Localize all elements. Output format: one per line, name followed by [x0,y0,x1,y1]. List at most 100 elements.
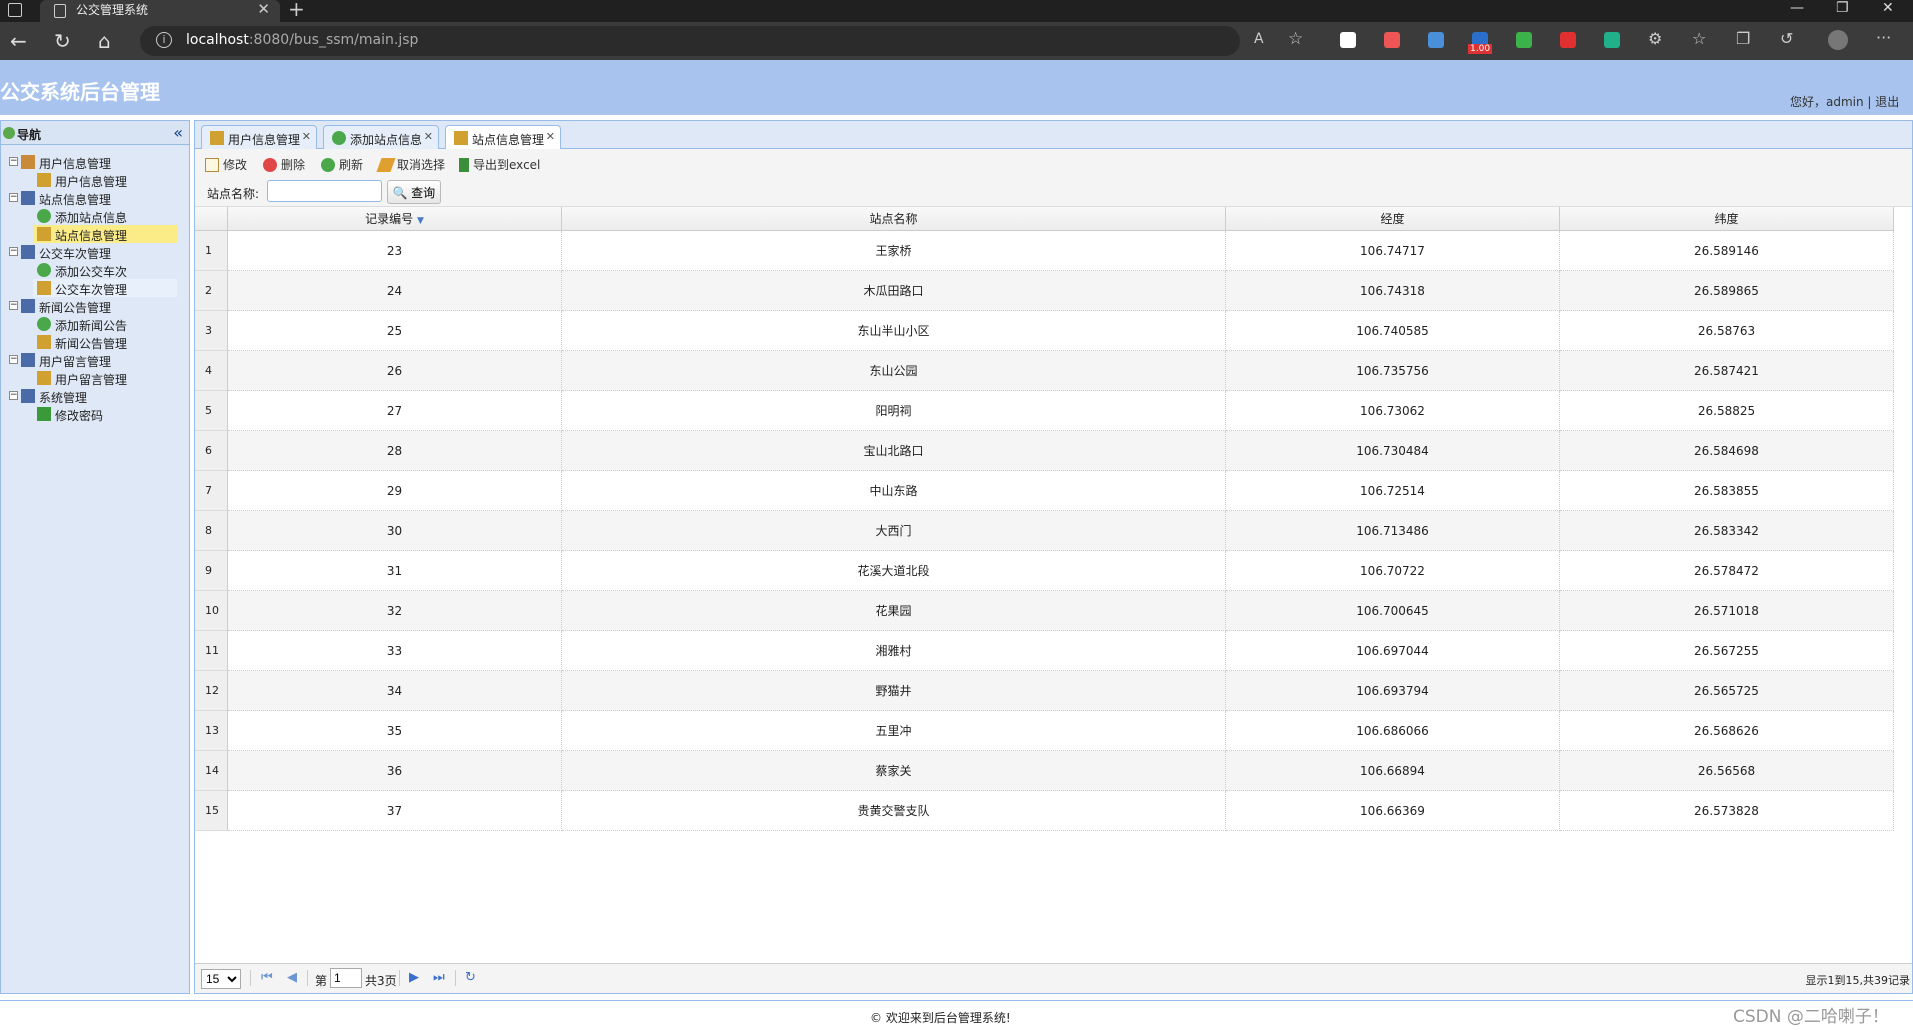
back-icon[interactable]: ← [10,29,27,53]
table-row[interactable]: 6 28 宝山北路口 106.730484 26.584698 [195,431,1894,471]
close-tab-icon[interactable]: ✕ [302,130,311,143]
reload-icon[interactable]: ↻ [54,29,71,53]
nav-item[interactable]: − 新闻公告管理 [5,297,185,315]
table-row[interactable]: 5 27 阳明祠 106.73062 26.58825 [195,391,1894,431]
panel-tab[interactable]: 站点信息管理 ✕ [445,125,561,150]
nav-item[interactable]: 修改密码 [33,405,177,423]
restore-icon[interactable]: ❐ [1836,0,1849,16]
collections-icon[interactable]: ❐ [1736,29,1750,48]
unselect-button[interactable]: 取消选择 [376,156,445,173]
table-row[interactable]: 3 25 东山半山小区 106.740585 26.58763 [195,311,1894,351]
close-tab-icon[interactable]: ✕ [257,0,270,18]
row-number: 11 [195,631,228,671]
table-row[interactable]: 11 33 湘雅村 106.697044 26.567255 [195,631,1894,671]
extensions-puzzle-icon[interactable]: ⚙ [1648,29,1662,48]
pager-refresh-icon[interactable]: ↻ [465,970,476,985]
row-number: 2 [195,271,228,311]
shield-extension-icon[interactable] [1516,32,1532,48]
nav-item[interactable]: 公交车次管理 [33,279,177,297]
table-row[interactable]: 4 26 东山公园 106.735756 26.587421 [195,351,1894,391]
history-icon[interactable]: ↺ [1780,29,1793,48]
table-cell: 106.693794 [1226,671,1560,711]
nav-item[interactable]: 添加新闻公告 [33,315,177,333]
first-page-icon[interactable]: ⏮ [261,970,273,985]
minimize-icon[interactable]: — [1790,0,1804,16]
collapse-toggle-icon[interactable]: − [9,157,18,166]
collapse-toggle-icon[interactable]: − [9,355,18,364]
col-header-name[interactable]: 站点名称 [562,207,1226,231]
panel-tab[interactable]: 用户信息管理 ✕ [201,125,317,149]
table-row[interactable]: 2 24 木瓜田路口 106.74318 26.589865 [195,271,1894,311]
extension-icon[interactable] [1384,32,1400,48]
table-row[interactable]: 12 34 野猫井 106.693794 26.565725 [195,671,1894,711]
current-page-input[interactable] [330,968,362,988]
edit-button[interactable]: 修改 [205,156,247,173]
extension-icon[interactable] [1428,32,1444,48]
collapse-toggle-icon[interactable]: − [9,391,18,400]
table-cell: 26.583855 [1560,471,1894,511]
station-name-input[interactable] [267,180,382,202]
nav-item[interactable]: − 系统管理 [5,387,185,405]
extension-icon[interactable] [1340,32,1356,48]
delete-button[interactable]: 删除 [263,156,305,173]
refresh-button[interactable]: 刷新 [321,156,363,173]
search-button[interactable]: 🔍 查询 [387,180,441,204]
address-bar[interactable]: i localhost:8080/bus_ssm/main.jsp [140,26,1240,56]
col-header-longitude[interactable]: 经度 [1226,207,1560,231]
watermark: CSDN @二哈喇子！ [1733,1007,1889,1027]
extension-icon[interactable] [1560,32,1576,48]
nav-item[interactable]: 站点信息管理 [33,225,177,243]
browser-tab[interactable]: 公交管理系统 ✕ [40,0,280,22]
col-header-id[interactable]: 记录编号 ▼ [228,207,562,231]
read-aloud-icon[interactable]: A [1254,31,1264,47]
site-info-icon[interactable]: i [156,32,172,48]
extension-icon[interactable] [1604,32,1620,48]
nav-item[interactable]: − 用户留言管理 [5,351,185,369]
table-row[interactable]: 10 32 花果园 106.700645 26.571018 [195,591,1894,631]
nav-item[interactable]: 添加站点信息 [33,207,177,225]
table-cell: 106.740585 [1226,311,1560,351]
collapse-toggle-icon[interactable]: − [9,301,18,310]
delete-icon [263,158,277,172]
table-row[interactable]: 9 31 花溪大道北段 106.70722 26.578472 [195,551,1894,591]
nav-item-label: 新闻公告管理 [39,301,112,315]
table-row[interactable]: 14 36 蔡家关 106.66894 26.56568 [195,751,1894,791]
table-row[interactable]: 15 37 贵黄交警支队 106.66369 26.573828 [195,791,1894,831]
nav-item[interactable]: − 站点信息管理 [5,189,185,207]
user-info-logout[interactable]: 您好，admin | 退出 [1790,93,1899,110]
nav-item[interactable]: − 用户信息管理 [5,153,185,171]
col-header-latitude[interactable]: 纬度 [1560,207,1894,231]
window-close-icon[interactable]: ✕ [1882,0,1894,16]
prev-page-icon[interactable]: ◀ [287,970,297,985]
table-row[interactable]: 1 23 王家桥 106.74717 26.589146 [195,231,1894,271]
page-size-select[interactable]: 15 [201,969,241,989]
nav-item[interactable]: 用户留言管理 [33,369,177,387]
nav-item[interactable]: 添加公交车次 [33,261,177,279]
row-number: 15 [195,791,228,831]
export-excel-button[interactable]: 导出到excel [459,156,540,173]
footer-text: © 欢迎来到后台管理系统! [870,1011,1011,1025]
profile-avatar[interactable] [1828,30,1848,50]
next-page-icon[interactable]: ▶ [409,970,419,985]
last-page-icon[interactable]: ⏭ [433,970,445,985]
home-icon[interactable]: ⌂ [98,29,111,53]
app-title: 公交系统后台管理 [0,80,160,104]
panel-tab[interactable]: 添加站点信息 ✕ [323,125,439,149]
favorites-icon[interactable]: ☆ [1692,29,1706,48]
table-row[interactable]: 13 35 五里冲 106.686066 26.568626 [195,711,1894,751]
close-tab-icon[interactable]: ✕ [424,130,433,143]
collapse-toggle-icon[interactable]: − [9,247,18,256]
nav-item[interactable]: − 公交车次管理 [5,243,185,261]
close-tab-icon[interactable]: ✕ [546,130,555,143]
nav-item[interactable]: 新闻公告管理 [33,333,177,351]
collapse-nav-icon[interactable]: « [173,123,183,142]
nav-item[interactable]: 用户信息管理 [33,171,177,189]
window-menu-icon[interactable] [8,3,22,17]
favorite-star-icon[interactable]: ☆ [1288,29,1303,49]
row-number: 6 [195,431,228,471]
table-row[interactable]: 8 30 大西门 106.713486 26.583342 [195,511,1894,551]
table-row[interactable]: 7 29 中山东路 106.72514 26.583855 [195,471,1894,511]
collapse-toggle-icon[interactable]: − [9,193,18,202]
new-tab-icon[interactable]: + [288,0,305,21]
more-options-icon[interactable]: ··· [1876,28,1891,47]
